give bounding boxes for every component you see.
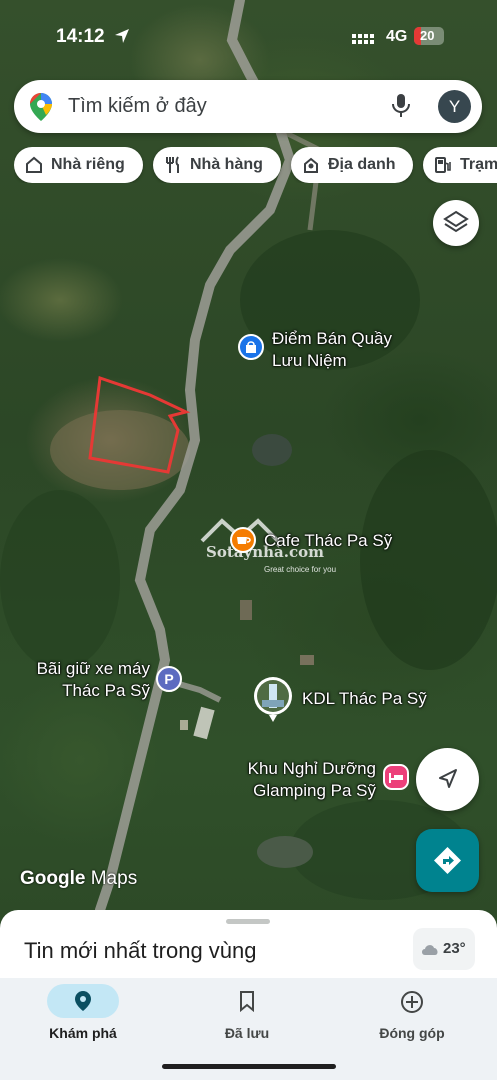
status-time: 14:12 (56, 26, 105, 47)
attribution-brand: Google (20, 868, 86, 889)
chip-restaurant[interactable]: Nhà hàng (153, 147, 281, 183)
account-avatar[interactable]: Y (438, 90, 471, 123)
chip-home[interactable]: Nhà riêng (14, 147, 143, 183)
poi-glamping-line2: Glamping Pa Sỹ (253, 781, 376, 800)
hotel-icon[interactable] (383, 764, 409, 790)
sheet-title: Tin mới nhất trong vùng (24, 938, 257, 963)
cellular-signal-icon (352, 34, 374, 44)
gas-station-icon (435, 157, 451, 173)
poi-parking-line2: Thác Pa Sỹ (62, 681, 150, 700)
temperature: 23° (443, 940, 466, 957)
weather-badge[interactable]: 23° (413, 928, 475, 970)
chip-restaurant-label: Nhà hàng (190, 156, 263, 173)
poi-souvenir-line1: Điểm Bán Quầy (272, 329, 392, 348)
nav-saved-label: Đã lưu (224, 1025, 270, 1041)
google-maps-pin-icon (30, 93, 52, 121)
poi-souvenir-line2: Lưu Niệm (272, 351, 347, 370)
parking-icon[interactable]: P (156, 666, 182, 692)
layers-button[interactable] (433, 200, 479, 246)
poi-parking-label[interactable]: Bãi giữ xe máy Thác Pa Sỹ (32, 658, 150, 702)
poi-cafe-label[interactable]: Cafe Thác Pa Sỹ (264, 530, 392, 552)
chip-home-label: Nhà riêng (51, 156, 125, 173)
chip-landmark[interactable]: Địa danh (291, 147, 413, 183)
bookmark-icon (240, 991, 254, 1012)
navigation-arrow-icon (439, 769, 457, 788)
poi-glamping-label[interactable]: Khu Nghỉ Dưỡng Glamping Pa Sỹ (240, 758, 376, 802)
home-icon (26, 156, 42, 173)
chip-landmark-label: Địa danh (328, 156, 396, 173)
status-bar: 14:12 4G 20 (0, 22, 497, 52)
directions-icon (434, 847, 461, 874)
nav-explore[interactable]: Khám phá (0, 978, 160, 1058)
poi-souvenir-label[interactable]: Điểm Bán Quầy Lưu Niệm (272, 328, 392, 372)
home-indicator[interactable] (162, 1064, 336, 1069)
poi-glamping-line1: Khu Nghỉ Dưỡng (247, 759, 376, 778)
landmark-icon (304, 157, 318, 173)
google-maps-attribution: Google Maps (20, 868, 137, 890)
nav-explore-label: Khám phá (49, 1025, 117, 1041)
poi-parking-line1: Bãi giữ xe máy (36, 659, 150, 678)
nav-saved[interactable]: Đã lưu (167, 978, 327, 1058)
nav-contribute-label: Đóng góp (379, 1025, 445, 1041)
parking-letter: P (164, 671, 173, 687)
restaurant-icon (166, 156, 179, 173)
shopping-bag-icon[interactable] (238, 334, 264, 360)
watermark-tagline: Great choice for you (264, 565, 337, 574)
chip-gas-station[interactable]: Trạm (423, 147, 497, 183)
add-circle-icon (401, 991, 423, 1013)
cloud-icon (422, 945, 438, 955)
cafe-icon[interactable] (230, 527, 256, 553)
network-type: 4G (386, 28, 408, 45)
battery-icon: 20 (414, 27, 444, 45)
waterfall-photo-icon[interactable] (252, 675, 294, 723)
sheet-grabber[interactable] (226, 919, 270, 924)
location-arrow-icon (115, 29, 129, 43)
poi-waterfall-label[interactable]: KDL Thác Pa Sỹ (302, 688, 427, 710)
my-location-button[interactable] (416, 748, 479, 811)
layers-icon (443, 210, 469, 233)
category-chips: Nhà riêng Nhà hàng Địa danh Trạm (14, 147, 497, 183)
battery-level: 20 (420, 28, 435, 43)
microphone-icon[interactable] (392, 94, 410, 118)
search-input[interactable]: Tìm kiếm ở đây (68, 95, 207, 118)
directions-button[interactable] (416, 829, 479, 892)
attribution-product: Maps (90, 868, 138, 889)
nav-contribute[interactable]: Đóng góp (332, 978, 492, 1058)
explore-pin-icon (75, 991, 91, 1011)
chip-gas-station-label: Trạm (460, 156, 497, 173)
search-bar[interactable]: Tìm kiếm ở đây Y (14, 80, 482, 133)
